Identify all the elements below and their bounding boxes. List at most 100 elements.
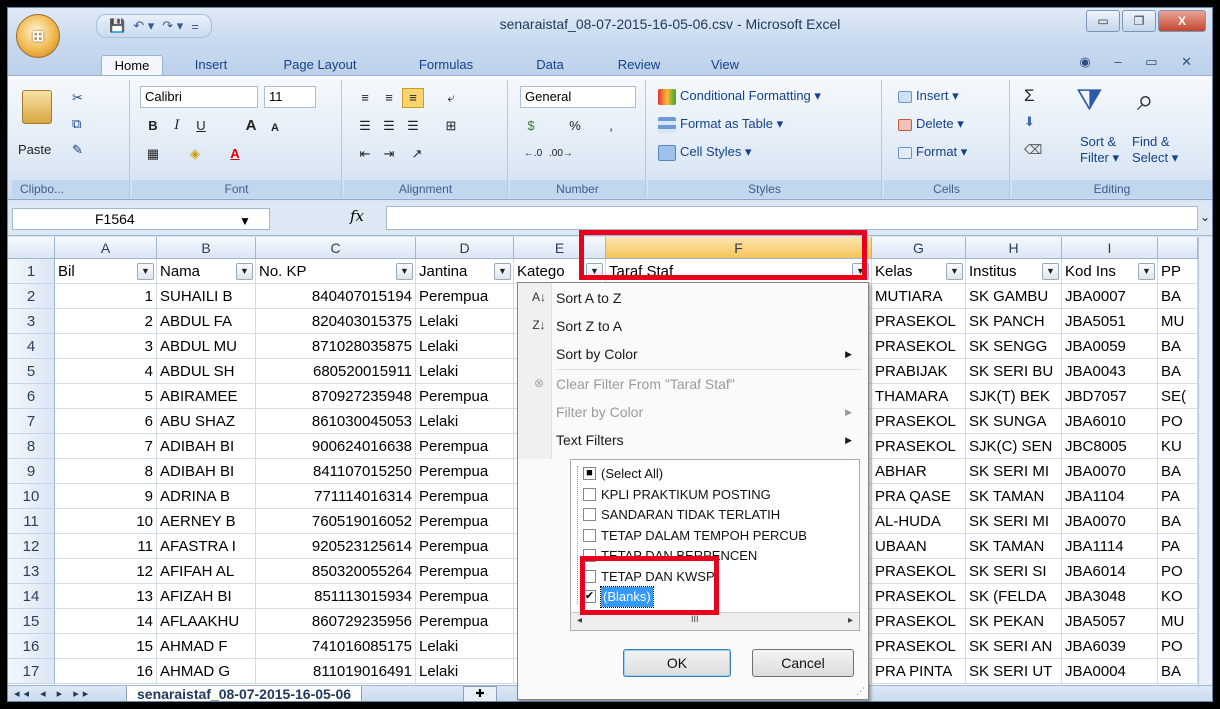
table-cell[interactable]: PA [1158,534,1198,559]
table-cell[interactable]: 16 [55,659,157,684]
filter-checkbox[interactable]: ✔ [583,590,596,603]
table-cell[interactable]: ABDUL FA [157,309,256,334]
table-cell[interactable]: AFIFAH AL [157,559,256,584]
sort-filter-button[interactable]: Sort & Filter ▾ [1080,134,1119,166]
table-cell[interactable]: 680520015911 [256,359,416,384]
table-cell[interactable]: PRASEKOL [872,434,966,459]
delete-cells-button[interactable]: Delete ▾ [898,116,964,132]
table-cell[interactable]: JBA6039 [1062,634,1158,659]
table-cell[interactable]: 8 [55,459,157,484]
table-cell[interactable]: SK SERI MI [966,509,1062,534]
sheet-tab[interactable]: senaraistaf_08-07-2015-16-05-06 [126,686,363,701]
table-cell[interactable]: 900624016638 [256,434,416,459]
table-cell[interactable]: ADRINA B [157,484,256,509]
table-cell[interactable]: PRASEKOL [872,634,966,659]
align-middle-icon[interactable]: ≡ [378,88,400,108]
office-button[interactable]: ⊞ [16,14,60,58]
restore-button[interactable]: ❐ [1122,10,1156,32]
table-cell[interactable]: SK SUNGA [966,409,1062,434]
table-cell[interactable]: 811019016491 [256,659,416,684]
table-cell[interactable]: Lelaki [416,409,514,434]
align-top-icon[interactable]: ≡ [354,88,376,108]
table-cell[interactable]: SK (FELDA [966,584,1062,609]
autosum-icon[interactable]: Σ [1024,86,1035,106]
table-cell[interactable]: ADIBAH BI [157,434,256,459]
table-cell[interactable]: SK SERI MI [966,459,1062,484]
format-painter-icon[interactable]: ✎ [72,142,83,158]
header-cell[interactable]: Kod Ins ▼ [1062,259,1158,284]
row-header[interactable]: 2 [8,284,55,309]
table-cell[interactable]: Lelaki [416,334,514,359]
row-header[interactable]: 3 [8,309,55,334]
table-cell[interactable]: SK SERI BU [966,359,1062,384]
filter-item-label[interactable]: TETAP DAN KWSP [601,567,715,587]
header-cell[interactable]: Kelas ▼ [872,259,966,284]
table-cell[interactable]: Perempua [416,534,514,559]
chevron-down-icon[interactable]: ▼ [239,211,251,231]
fill-icon[interactable]: ⬇ [1024,114,1035,130]
table-cell[interactable]: SK SERI UT [966,659,1062,684]
text-filters-item[interactable]: Text Filters ▶ [556,427,866,453]
bold-button[interactable]: B [142,116,164,136]
table-cell[interactable]: 4 [55,359,157,384]
table-cell[interactable]: 771114016314 [256,484,416,509]
sort-z-a-item[interactable]: Z↓ Sort Z to A [532,313,866,339]
table-cell[interactable]: MUTIARA [872,284,966,309]
table-cell[interactable]: AFLAAKHU [157,609,256,634]
filter-item-label[interactable]: KPLI PRAKTIKUM POSTING [601,485,771,505]
table-cell[interactable]: Lelaki [416,309,514,334]
filter-checkbox[interactable] [583,569,596,583]
table-cell[interactable]: ABHAR [872,459,966,484]
table-cell[interactable]: BA [1158,284,1198,309]
table-cell[interactable]: SK PANCH [966,309,1062,334]
table-cell[interactable]: JBA6014 [1062,559,1158,584]
table-cell[interactable]: 851113015934 [256,584,416,609]
table-cell[interactable]: Perempua [416,434,514,459]
shrink-font-button[interactable]: A [264,118,286,138]
table-cell[interactable]: THAMARA [872,384,966,409]
paste-icon[interactable] [22,90,52,124]
find-icon[interactable]: ⌕ [1137,84,1154,118]
table-cell[interactable]: SK PEKAN [966,609,1062,634]
table-cell[interactable]: SUHAILI B [157,284,256,309]
table-cell[interactable]: JBD7057 [1062,384,1158,409]
table-cell[interactable]: BA [1158,659,1198,684]
filter-item-label[interactable]: (Select All) [601,464,663,484]
tab-data[interactable]: Data [520,55,580,76]
table-cell[interactable]: PRASEKOL [872,559,966,584]
align-center-icon[interactable]: ☰ [378,116,400,136]
decrease-decimal-icon[interactable]: .00→ [548,144,573,164]
table-cell[interactable]: PO [1158,559,1198,584]
table-cell[interactable]: 861030045053 [256,409,416,434]
filter-checkbox[interactable]: ■ [583,467,596,480]
table-cell[interactable]: ABIRAMEE [157,384,256,409]
row-header[interactable]: 14 [8,584,55,609]
table-cell[interactable]: AHMAD G [157,659,256,684]
currency-icon[interactable]: $ [520,116,542,136]
table-cell[interactable]: JBA3048 [1062,584,1158,609]
row-header[interactable]: 5 [8,359,55,384]
table-cell[interactable]: MU [1158,609,1198,634]
table-cell[interactable]: SK SENGG [966,334,1062,359]
insert-cells-button[interactable]: Insert ▾ [898,88,959,104]
table-cell[interactable]: 3 [55,334,157,359]
table-cell[interactable]: PO [1158,634,1198,659]
header-cell[interactable]: Institus ▼ [966,259,1062,284]
column-header[interactable]: B [157,237,256,259]
column-header[interactable]: A [55,237,157,259]
table-cell[interactable]: JBA0007 [1062,284,1158,309]
table-cell[interactable]: SJK(T) BEK [966,384,1062,409]
filter-dropdown-icon[interactable]: ▼ [852,263,869,280]
column-header[interactable] [1158,237,1198,259]
borders-icon[interactable]: ▦ [142,144,164,164]
filter-dropdown-icon[interactable]: ▼ [1042,263,1059,280]
table-cell[interactable]: 840407015194 [256,284,416,309]
table-cell[interactable]: 11 [55,534,157,559]
table-cell[interactable]: 10 [55,509,157,534]
table-cell[interactable]: Perempua [416,609,514,634]
column-header[interactable]: D [416,237,514,259]
table-cell[interactable]: 820403015375 [256,309,416,334]
table-cell[interactable]: SJK(C) SEN [966,434,1062,459]
filter-dropdown-icon[interactable]: ▼ [396,263,413,280]
column-header[interactable]: G [872,237,966,259]
